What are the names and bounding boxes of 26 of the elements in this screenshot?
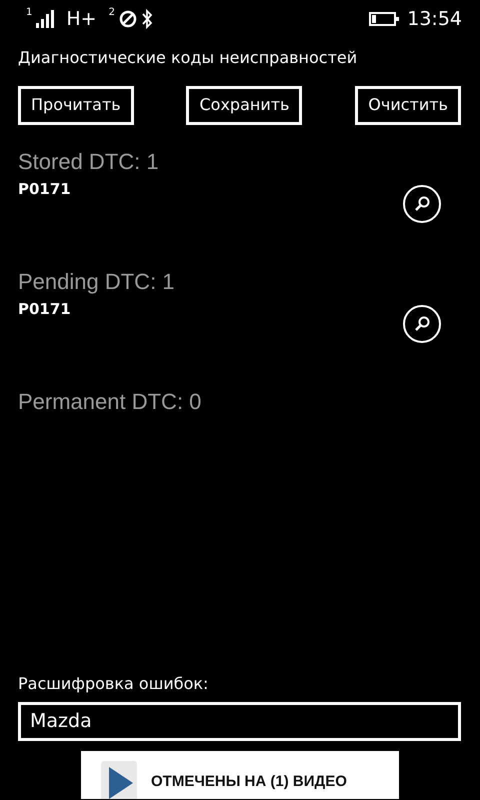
page-title: Диагностические коды неисправностей xyxy=(18,47,358,69)
no-sim-icon xyxy=(118,10,137,28)
search-button[interactable] xyxy=(403,184,441,223)
network-type: H+ xyxy=(66,6,97,32)
field-label: Расшифровка ошибок: xyxy=(18,673,210,695)
signal-icon xyxy=(36,10,54,28)
section-heading: Stored DTC: 1 xyxy=(18,148,160,176)
dtc-code: P0171 xyxy=(18,178,71,200)
action-button[interactable]: Прочитать xyxy=(18,86,134,125)
ad-text: ОТМЕЧЕНЫ НА (1) ВИДЕО xyxy=(151,772,347,792)
sim-number: 1 xyxy=(26,6,32,20)
search-icon xyxy=(413,194,431,213)
action-button[interactable]: Очистить xyxy=(355,86,461,125)
sim-number: 2 xyxy=(108,6,115,20)
ad-banner[interactable]: ОТМЕЧЕНЫ НА (1) ВИДЕО xyxy=(81,750,399,798)
clock: 13:54 xyxy=(407,6,462,32)
section-heading: Pending DTC: 1 xyxy=(18,268,176,296)
search-icon xyxy=(413,314,431,333)
search-button[interactable] xyxy=(403,304,441,343)
bluetooth-icon xyxy=(140,9,153,29)
decode-field[interactable]: Mazda xyxy=(18,702,461,740)
battery-icon xyxy=(369,12,400,26)
action-button[interactable]: Сохранить xyxy=(186,86,302,125)
section-heading: Permanent DTC: 0 xyxy=(18,388,202,416)
dtc-code: P0171 xyxy=(18,298,71,320)
play-icon xyxy=(101,760,137,798)
